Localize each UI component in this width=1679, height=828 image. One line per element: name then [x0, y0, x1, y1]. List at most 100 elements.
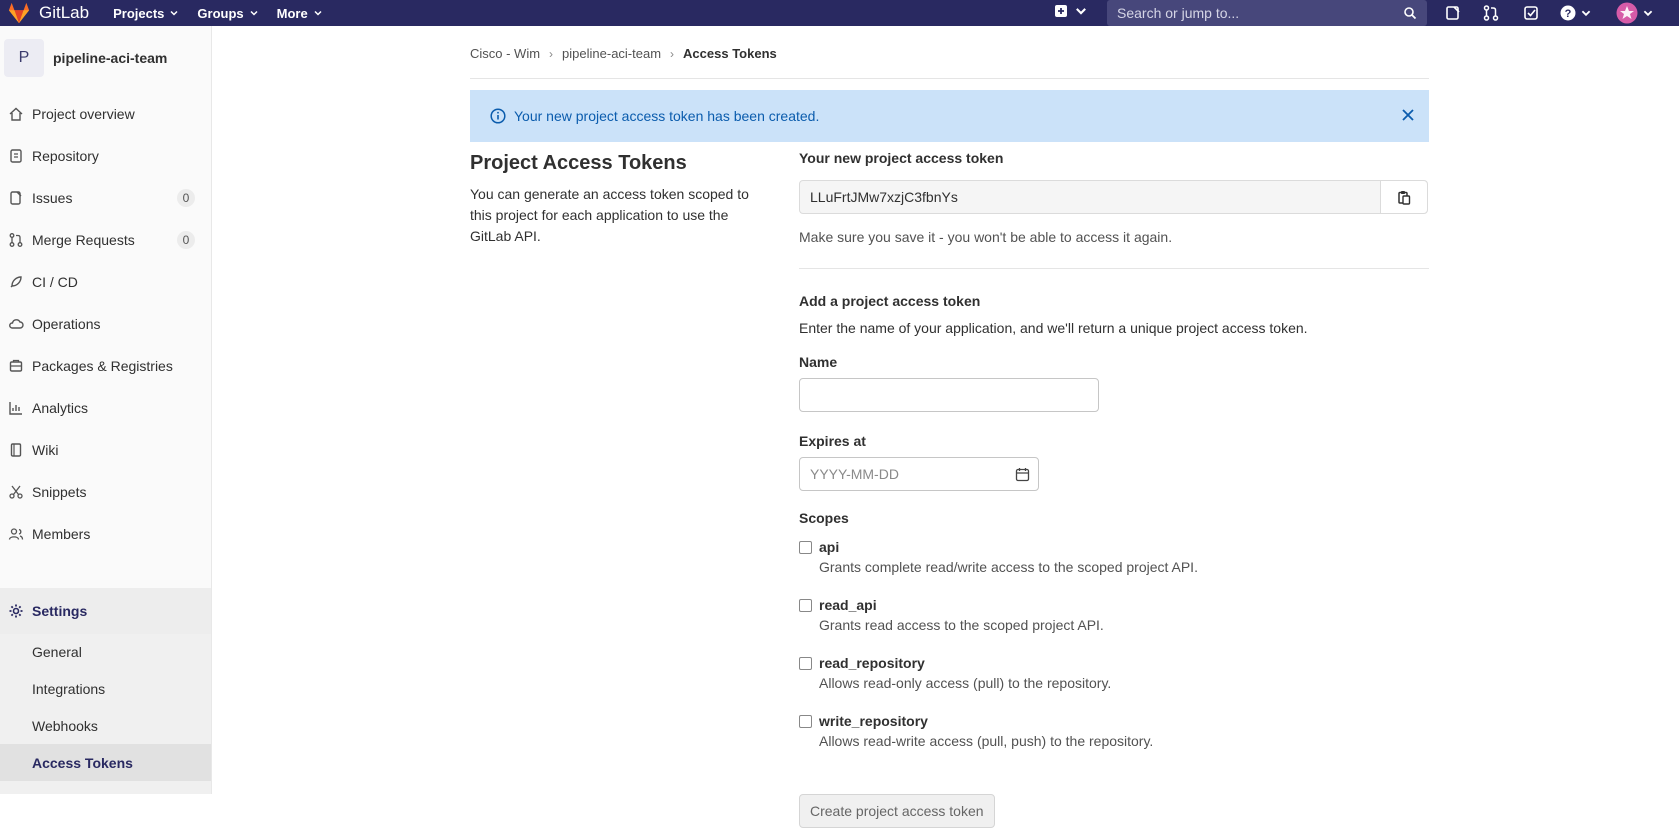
sidebar-subitem-label: Integrations	[32, 680, 106, 697]
create-token-button[interactable]: Create project access token	[799, 794, 995, 828]
scope-description: Allows read-write access (pull, push) to…	[819, 733, 1154, 749]
sidebar-item-label: Settings	[32, 603, 88, 619]
settings-description-column: Project Access Tokens You can generate a…	[470, 150, 770, 247]
search-input[interactable]	[1117, 5, 1397, 21]
chevron-down-icon	[170, 10, 178, 16]
sidebar-item-settings[interactable]: Settings	[0, 588, 211, 634]
chevron-down-icon	[314, 10, 322, 16]
scope-write-repository-checkbox[interactable]	[799, 715, 812, 728]
sidebar-item-analytics[interactable]: Analytics	[0, 391, 211, 425]
svg-text:?: ?	[1565, 8, 1572, 20]
top-navbar: GitLab Projects Groups More ?	[0, 0, 1679, 26]
nav-groups-label: Groups	[197, 5, 244, 21]
sidebar-item-label: CI / CD	[32, 274, 78, 290]
sidebar-subitem-label: General	[32, 643, 82, 660]
sidebar-item-packages-registries[interactable]: Packages & Registries	[0, 349, 211, 383]
brand-name: GitLab	[39, 3, 90, 22]
cloud-icon	[9, 319, 24, 329]
scope-description: Grants complete read/write access to the…	[819, 559, 1198, 575]
page-description: You can generate an access token scoped …	[470, 186, 749, 244]
project-name: pipeline-aci-team	[53, 50, 168, 66]
scope-api-checkbox[interactable]	[799, 541, 812, 554]
nav-projects[interactable]: Projects	[113, 6, 179, 21]
user-avatar-icon[interactable]	[1616, 2, 1638, 24]
success-alert: Your new project access token has been c…	[470, 90, 1429, 142]
project-avatar: P	[4, 39, 44, 77]
help-icon[interactable]: ?	[1559, 4, 1577, 22]
scope-description: Allows read-only access (pull) to the re…	[819, 675, 1112, 691]
close-icon[interactable]	[1401, 108, 1415, 122]
sidebar-subitem-access-tokens[interactable]: Access Tokens	[0, 744, 211, 781]
doc-icon	[10, 149, 22, 163]
sidebar-item-label: Merge Requests	[32, 232, 135, 248]
sidebar-subitem-label: Access Tokens	[32, 754, 133, 771]
nav-more-label: More	[276, 5, 308, 21]
sidebar-item-label: Packages & Registries	[32, 358, 173, 374]
breadcrumb-item-group[interactable]: Cisco - Wim	[470, 46, 540, 61]
sidebar-item-project-overview[interactable]: Project overview	[0, 97, 211, 131]
sidebar-item-issues[interactable]: Issues 0	[0, 181, 211, 215]
sidebar-project-header[interactable]: P pipeline-aci-team	[0, 26, 211, 90]
todo-check-icon[interactable]	[1522, 4, 1540, 22]
chevron-right-icon: ›	[670, 46, 675, 61]
expires-at-field[interactable]	[799, 457, 1039, 491]
sidebar-item-label: Wiki	[32, 442, 59, 458]
nav-more[interactable]: More	[277, 6, 323, 21]
sidebar-item-merge-requests[interactable]: Merge Requests 0	[0, 223, 211, 257]
nav-projects-label: Projects	[113, 5, 165, 21]
scope-name[interactable]: read_repository	[819, 655, 925, 671]
merge-request-icon[interactable]	[1482, 4, 1500, 22]
copy-token-button[interactable]	[1380, 181, 1427, 213]
sidebar-item-members[interactable]: Members	[0, 517, 211, 551]
new-token-input[interactable]	[800, 181, 1380, 213]
name-label: Name	[799, 354, 838, 370]
scope-name[interactable]: api	[819, 539, 839, 555]
sidebar-subitem-webhooks[interactable]: Webhooks	[0, 707, 211, 744]
sidebar-item-operations[interactable]: Operations	[0, 307, 211, 341]
scope-read-repository-checkbox[interactable]	[799, 657, 812, 670]
search-icon	[1404, 7, 1417, 20]
home-icon	[9, 107, 23, 121]
scope-description: Grants read access to the scoped project…	[819, 617, 1104, 633]
chevron-down-icon	[250, 10, 258, 16]
plus-square-icon	[1055, 5, 1067, 17]
sidebar-item-snippets[interactable]: Snippets	[0, 475, 211, 509]
sidebar-subitem-general[interactable]: General	[0, 633, 211, 670]
breadcrumb-item-project[interactable]: pipeline-aci-team	[562, 46, 661, 61]
scope-name[interactable]: write_repository	[819, 713, 928, 729]
expires-label: Expires at	[799, 433, 866, 449]
search-bar[interactable]	[1107, 0, 1427, 26]
clipboard-icon	[1398, 190, 1411, 205]
brand[interactable]: GitLab	[0, 0, 89, 26]
expires-at-input[interactable]	[810, 466, 1000, 482]
add-token-title: Add a project access token	[799, 293, 981, 309]
sidebar-item-label: Analytics	[32, 400, 89, 416]
scope-read-api-checkbox[interactable]	[799, 599, 812, 612]
chevron-right-icon: ›	[549, 46, 554, 61]
scope-name[interactable]: read_api	[819, 597, 877, 613]
sidebar-item-repository[interactable]: Repository	[0, 139, 211, 173]
main-content: Cisco - Wim › pipeline-aci-team › Access…	[212, 26, 1679, 828]
sidebar-item-label: Members	[32, 526, 91, 542]
add-token-description: Enter the name of your application, and …	[799, 320, 1308, 336]
sidebar-item-wiki[interactable]: Wiki	[0, 433, 211, 467]
new-token-field	[799, 180, 1428, 214]
todo-doc-icon[interactable]	[1444, 4, 1462, 22]
issues-icon	[10, 191, 22, 205]
sidebar-subitem-integrations[interactable]: Integrations	[0, 670, 211, 707]
rocket-icon	[10, 276, 22, 288]
token-name-input[interactable]	[799, 378, 1099, 412]
info-icon	[490, 108, 506, 124]
gitlab-logo-icon	[8, 2, 30, 24]
nav-groups[interactable]: Groups	[197, 6, 258, 21]
issues-count-badge: 0	[177, 189, 195, 207]
new-dropdown[interactable]	[1054, 4, 1088, 18]
chart-icon	[9, 402, 22, 415]
calendar-icon[interactable]	[1015, 467, 1030, 482]
top-nav: Projects Groups More	[113, 6, 341, 21]
page-title: Project Access Tokens	[470, 152, 687, 174]
breadcrumb-item-current[interactable]: Access Tokens	[683, 46, 777, 61]
alert-message: Your new project access token has been c…	[514, 108, 820, 124]
merge-requests-count-badge: 0	[177, 231, 195, 249]
sidebar-item-ci-cd[interactable]: CI / CD	[0, 265, 211, 299]
